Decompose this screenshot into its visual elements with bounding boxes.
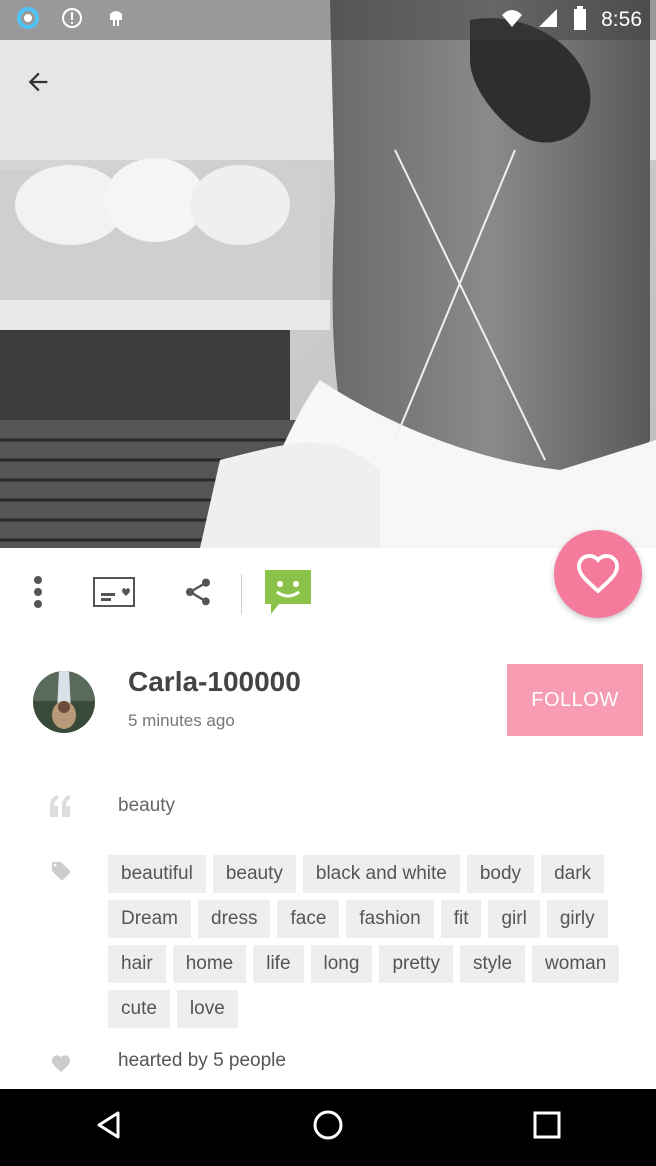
quote-icon xyxy=(48,795,72,822)
app-ring-icon xyxy=(16,6,40,35)
heart-button[interactable] xyxy=(554,530,642,618)
system-nav-bar xyxy=(0,1089,656,1166)
tag-chip[interactable]: long xyxy=(310,945,373,983)
status-time: 8:56 xyxy=(601,8,642,31)
chat-smile-icon xyxy=(263,568,313,621)
tag-chip[interactable]: girl xyxy=(488,900,540,938)
tag-chip[interactable]: pretty xyxy=(379,945,453,983)
back-arrow-icon xyxy=(24,68,52,101)
wifi-icon xyxy=(501,7,523,34)
card-button[interactable] xyxy=(92,572,136,616)
info-icon xyxy=(60,6,84,35)
tag-chip[interactable]: beautiful xyxy=(108,855,206,893)
tag-chip[interactable]: body xyxy=(466,855,535,893)
nav-back-button[interactable] xyxy=(79,1098,139,1158)
tag-chip[interactable]: dark xyxy=(541,855,605,893)
tag-chip[interactable]: life xyxy=(253,945,304,983)
tag-chip[interactable]: girly xyxy=(546,900,608,938)
more-options-button[interactable] xyxy=(16,572,60,616)
tag-chip[interactable]: black and white xyxy=(302,855,460,893)
tag-chip[interactable]: Dream xyxy=(108,900,192,938)
tag-chip[interactable]: fit xyxy=(440,900,482,938)
signal-icon xyxy=(537,7,559,34)
more-vert-icon xyxy=(33,575,43,614)
status-bar: 8:56 xyxy=(0,0,656,40)
tag-chip[interactable]: love xyxy=(176,990,238,1028)
post-time: 5 minutes ago xyxy=(128,711,235,730)
comment-button[interactable] xyxy=(262,568,314,620)
tag-chip[interactable]: beauty xyxy=(212,855,296,893)
share-button[interactable] xyxy=(176,572,220,616)
share-icon xyxy=(182,576,214,613)
battery-icon xyxy=(573,5,587,35)
heart-icon xyxy=(575,551,621,598)
tag-chip[interactable]: fashion xyxy=(346,900,434,938)
heart-small-icon xyxy=(50,1053,72,1078)
tag-chip[interactable]: face xyxy=(277,900,340,938)
tag-chip[interactable]: dress xyxy=(198,900,271,938)
toolbar-divider xyxy=(241,574,242,614)
tag-chip[interactable]: style xyxy=(459,945,526,983)
hearted-count[interactable]: hearted by 5 people xyxy=(118,1050,286,1072)
back-button[interactable] xyxy=(18,64,58,104)
tag-chip[interactable]: home xyxy=(172,945,247,983)
back-nav-icon xyxy=(94,1110,124,1145)
tag-chip[interactable]: woman xyxy=(532,945,620,983)
username[interactable]: Carla-100000 xyxy=(128,666,301,698)
tag-list: beautiful beauty black and white body da… xyxy=(108,855,628,1028)
post-description: beauty xyxy=(118,795,176,816)
recents-nav-icon xyxy=(533,1111,561,1144)
post-photo[interactable] xyxy=(0,0,656,548)
avatar[interactable] xyxy=(33,671,95,733)
card-icon xyxy=(93,576,135,612)
tag-icon xyxy=(50,860,72,887)
nav-home-button[interactable] xyxy=(298,1098,358,1158)
tag-chip[interactable]: cute xyxy=(108,990,170,1028)
tag-chip[interactable]: hair xyxy=(108,945,166,983)
android-icon xyxy=(104,6,128,35)
nav-recents-button[interactable] xyxy=(517,1098,577,1158)
home-nav-icon xyxy=(312,1109,344,1146)
follow-button[interactable]: FOLLOW xyxy=(507,664,643,736)
photo-illustration xyxy=(0,0,656,548)
